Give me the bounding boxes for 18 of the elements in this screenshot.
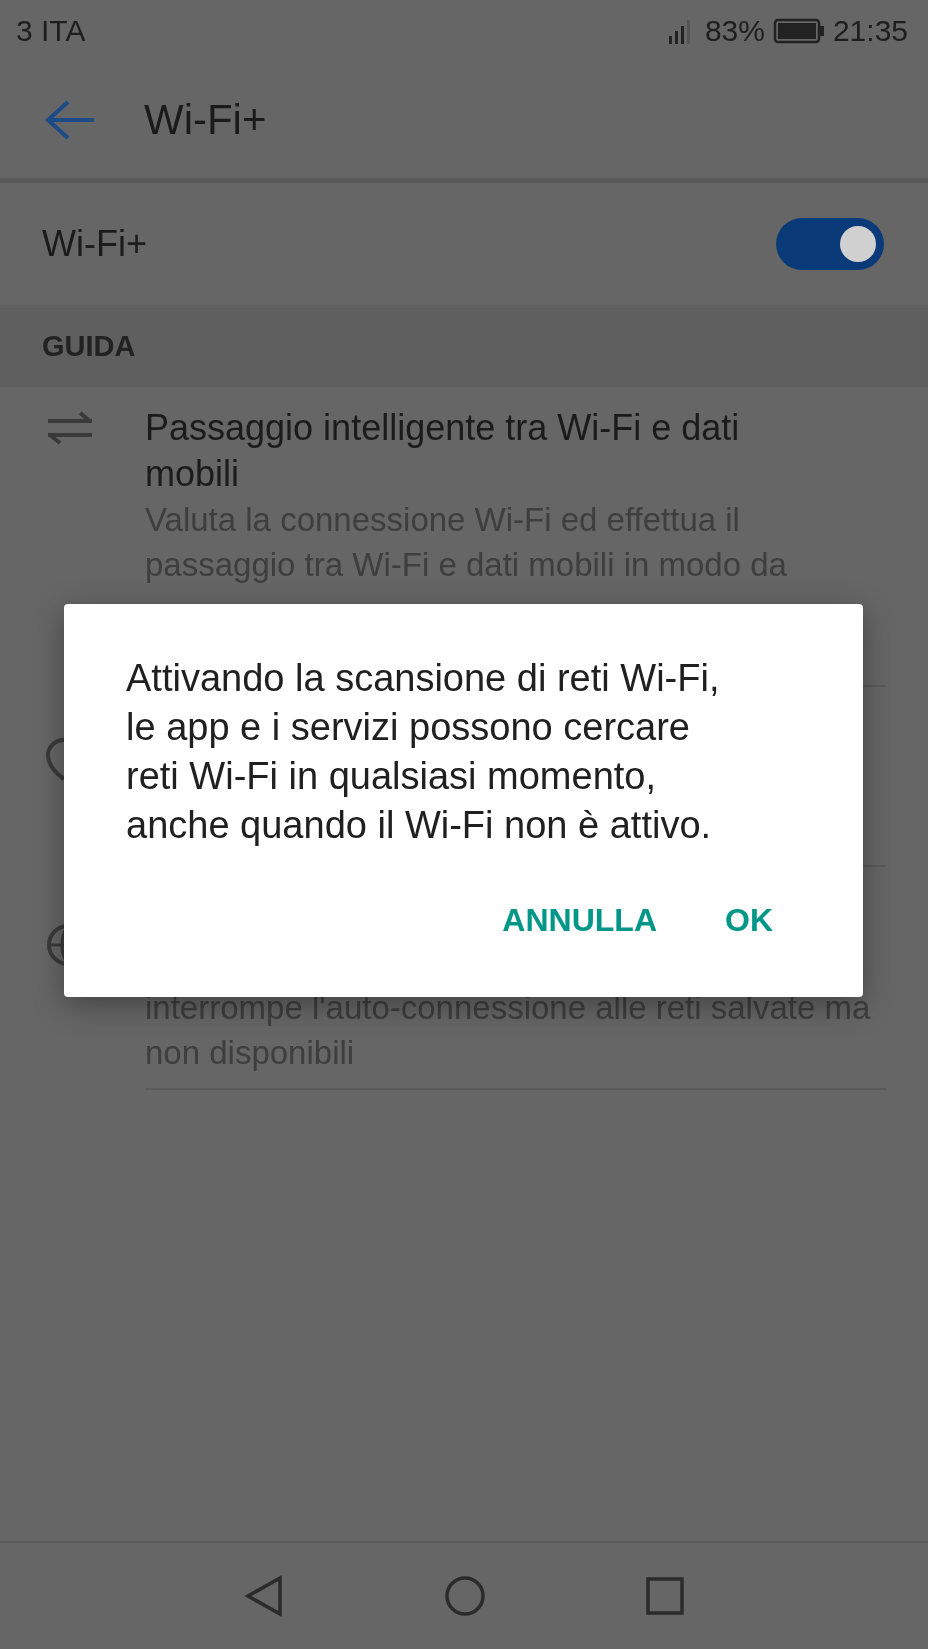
dialog-button[interactable]: OK: [711, 894, 787, 947]
battery-icon: [772, 18, 825, 44]
dialog-message: Attivando la scansione di reti Wi-Fi, le app e i servizi possono cercare reti Wi-Fi in qualsiasi momento, anche quando il Wi-Fi non è attivo.: [126, 656, 721, 848]
back-button[interactable]: [44, 100, 96, 140]
clock-time: 21:35: [832, 14, 908, 48]
setting-title: Passaggio intelligente tra Wi-Fi e dati mobili: [145, 406, 741, 496]
home-nav-button[interactable]: [444, 1575, 486, 1617]
back-nav-button[interactable]: [244, 1575, 284, 1617]
recents-nav-button[interactable]: [646, 1577, 684, 1615]
screen-title: Wi-Fi+: [144, 96, 267, 144]
swap-arrows-icon: [46, 411, 94, 445]
battery-percent: 83%: [704, 14, 765, 48]
carrier-name: 3 ITA: [16, 14, 86, 48]
switch-label: Wi-Fi+: [42, 223, 147, 265]
dialog-button[interactable]: ANNULLA: [488, 894, 671, 947]
section-header: GUIDA: [0, 305, 928, 387]
toggle-switch[interactable]: [776, 218, 884, 270]
shield-icon: [46, 737, 64, 781]
